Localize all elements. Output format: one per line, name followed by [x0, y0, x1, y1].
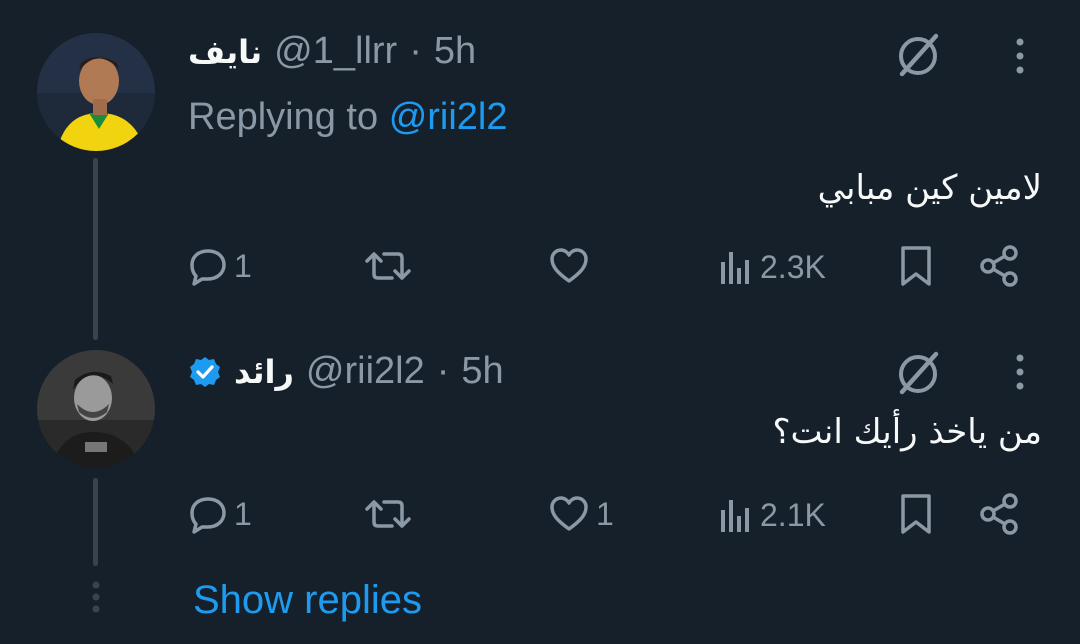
share-button[interactable]: [978, 492, 1022, 536]
share-icon: [980, 245, 1018, 287]
retweet-button[interactable]: [364, 494, 412, 534]
retweet-button[interactable]: [364, 246, 412, 286]
bookmark-icon: [901, 494, 931, 534]
like-count: 1: [596, 495, 614, 532]
grok-button[interactable]: [894, 30, 944, 80]
thread-more-dots-icon: [88, 580, 104, 619]
views-count: 2.3K: [760, 248, 826, 285]
display-name[interactable]: رائد: [234, 353, 294, 391]
views-count: 2.1K: [760, 496, 826, 533]
replying-to-mention[interactable]: @rii2l2: [389, 96, 508, 138]
retweet-icon: [365, 500, 411, 528]
reply-icon: [190, 497, 226, 534]
separator: ·: [409, 30, 422, 72]
bookmark-icon: [901, 246, 931, 286]
tweet-header: رائد @rii2l2 · 5h: [188, 350, 504, 393]
conversation-thread: نايف @1_llrr · 5h Replying to @rii2l2 لا…: [0, 0, 1080, 644]
tweet-text: لامين كين مبابي: [817, 168, 1042, 208]
reply-count: 1: [234, 495, 252, 532]
tweet-header: نايف @1_llrr · 5h: [188, 30, 476, 73]
like-icon: [550, 496, 588, 531]
grok-icon: [899, 351, 939, 395]
like-button[interactable]: 1: [548, 494, 614, 534]
bookmark-button[interactable]: [898, 492, 934, 536]
reply-count: 1: [234, 247, 252, 284]
reply-icon: [190, 249, 226, 286]
more-options-button[interactable]: [1010, 352, 1030, 392]
avatar[interactable]: [37, 33, 155, 151]
share-button[interactable]: [978, 244, 1022, 288]
thread-connector: [93, 478, 98, 566]
views-icon: [721, 500, 749, 532]
bookmark-button[interactable]: [898, 244, 934, 288]
retweet-icon: [365, 252, 411, 280]
avatar[interactable]: [37, 350, 155, 468]
grok-button[interactable]: [894, 348, 944, 398]
timestamp[interactable]: 5h: [461, 350, 503, 393]
views-button[interactable]: 2.1K: [718, 496, 826, 534]
more-options-button[interactable]: [1010, 36, 1030, 76]
like-icon: [550, 248, 588, 283]
reply-button[interactable]: 1: [188, 494, 252, 534]
thread-connector: [93, 158, 98, 340]
separator: ·: [436, 350, 450, 392]
verified-badge-icon: [188, 355, 222, 389]
like-button[interactable]: [548, 246, 590, 286]
tweet-text: من ياخذ رأيك انت؟: [772, 412, 1042, 452]
grok-icon: [899, 33, 939, 77]
replying-to-line: Replying to @rii2l2: [188, 96, 508, 139]
replying-to-label: Replying to: [188, 96, 379, 138]
more-icon: [1016, 38, 1024, 74]
share-icon: [980, 493, 1018, 535]
username-handle[interactable]: @1_llrr: [274, 30, 397, 73]
show-replies-link[interactable]: Show replies: [193, 578, 422, 623]
more-icon: [1016, 354, 1024, 390]
timestamp[interactable]: 5h: [434, 30, 476, 73]
views-button[interactable]: 2.3K: [718, 248, 826, 286]
reply-button[interactable]: 1: [188, 246, 252, 286]
views-icon: [721, 252, 749, 284]
username-handle[interactable]: @rii2l2: [306, 350, 425, 393]
display-name[interactable]: نايف: [188, 33, 262, 71]
